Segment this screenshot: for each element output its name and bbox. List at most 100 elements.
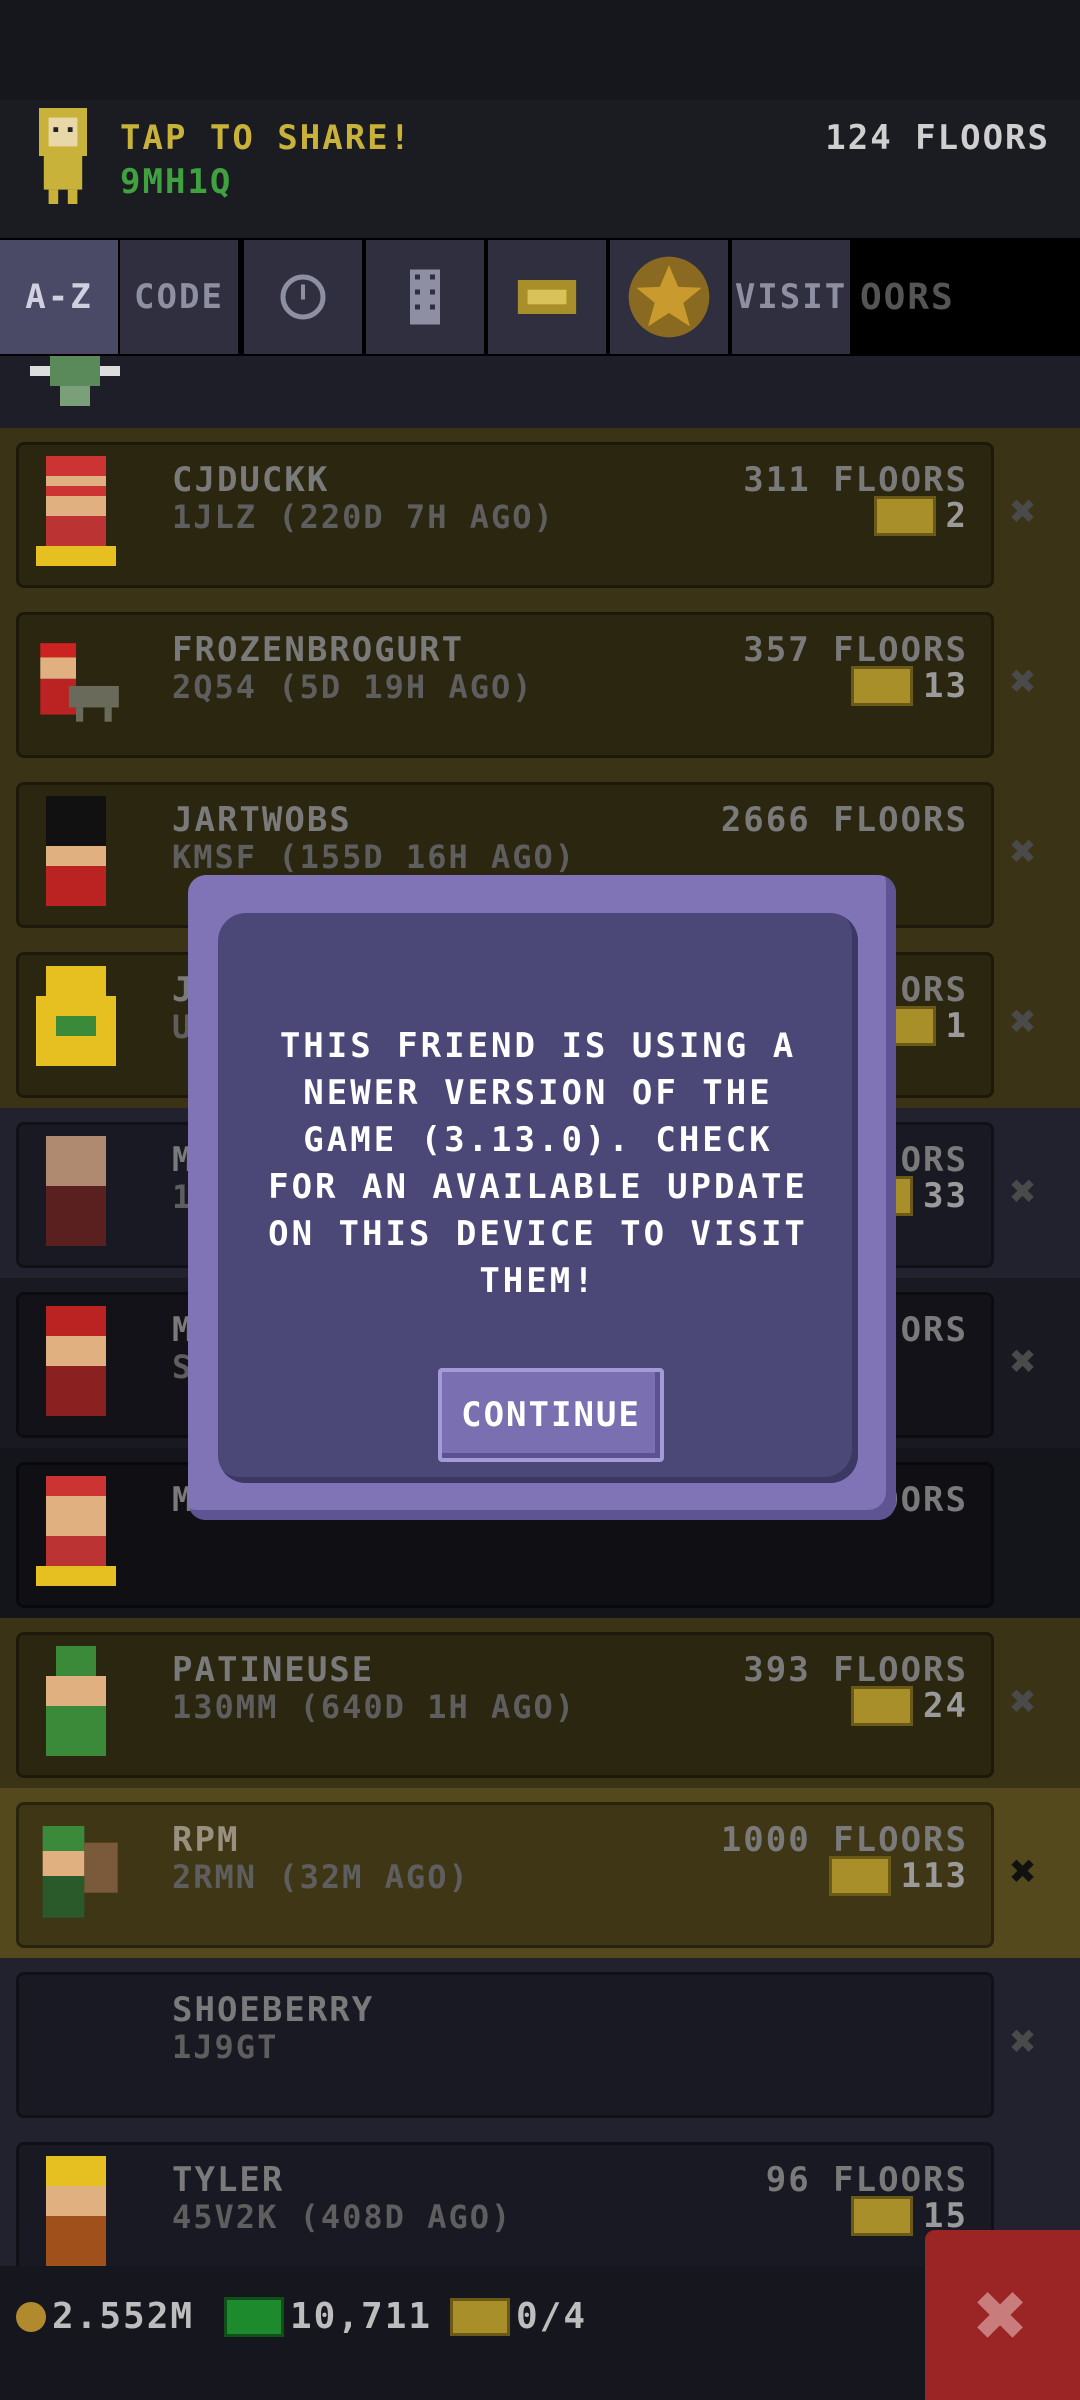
tabs-overflow-text: OORS [860, 276, 955, 318]
friend-avatar-icon [36, 1476, 116, 1586]
friend-code: 1J9GT [172, 2028, 279, 2066]
bux-value: 10,711 [290, 2296, 433, 2337]
coin-icon [16, 2301, 46, 2332]
close-button[interactable]: ✖ [925, 2230, 1080, 2400]
friend-bux: 13 [851, 666, 968, 706]
ticket-icon [517, 280, 577, 314]
partial-sprite-icon [30, 356, 120, 406]
friend-name: RPM [172, 1820, 240, 1860]
update-required-dialog: THIS FRIEND IS USING A NEWER VERSION OF … [188, 875, 896, 1520]
friend-row[interactable]: RPM 2RMN (32M AGO) 1000 FLOORS 113 ✖ [0, 1788, 1080, 1958]
friend-row[interactable]: TYLER 45V2K (408D AGO) 96 FLOORS 15 [0, 2128, 1080, 2266]
friend-avatar-icon [46, 796, 106, 906]
tickets-display: 0/4 [450, 2296, 587, 2337]
remove-friend-icon[interactable]: ✖ [1010, 1846, 1039, 1897]
friend-card [16, 1972, 994, 2118]
friend-bux-count: 33 [923, 1176, 968, 1216]
status-bar [0, 0, 1080, 100]
tab-tickets[interactable] [488, 240, 606, 354]
my-friend-code: 9MH1Q [120, 162, 233, 202]
ticket-icon [851, 2196, 914, 2236]
friend-floors: ORS [900, 1310, 968, 1350]
dialog-body: THIS FRIEND IS USING A NEWER VERSION OF … [218, 913, 858, 1483]
remove-friend-icon[interactable]: ✖ [1010, 996, 1039, 1047]
friend-avatar-icon [46, 1646, 106, 1756]
friend-row[interactable]: FROZENBROGURT 2Q54 (5D 19H AGO) 357 FLOO… [0, 598, 1080, 768]
tab-star[interactable] [610, 240, 728, 354]
tab-code[interactable]: CODE [120, 240, 238, 354]
friend-bux: 113 [828, 1856, 968, 1896]
friend-name: JARTWOBS [172, 800, 352, 840]
ticket-icon [851, 666, 914, 706]
remove-friend-icon[interactable]: ✖ [1010, 1676, 1039, 1727]
friend-floors: 96 FLOORS [765, 2160, 968, 2200]
friend-bux-count: 113 [900, 1856, 968, 1896]
friend-avatar-icon [46, 1136, 106, 1246]
coins-display: 2.552M [16, 2296, 194, 2337]
friend-row[interactable]: CJDUCKK 1JLZ (220D 7H AGO) 311 FLOORS 2 … [0, 428, 1080, 598]
tab-visit-label: VISIT [734, 277, 848, 317]
ticket-icon [828, 1856, 891, 1896]
friend-bux-count: 1 [945, 1006, 968, 1046]
share-header[interactable]: TAP TO SHARE! 9MH1Q 124 FLOORS [0, 100, 1080, 235]
friend-code: 2RMN (32M AGO) [172, 1858, 470, 1896]
friend-floors: 393 FLOORS [743, 1650, 968, 1690]
friend-name: SHOEBERRY [172, 1990, 375, 2030]
friend-bux: 24 [851, 1686, 968, 1726]
friend-code: 45V2K (408D AGO) [172, 2198, 513, 2236]
tab-code-label: CODE [134, 277, 224, 317]
ticket-icon [450, 2297, 510, 2336]
star-icon [628, 256, 710, 338]
friend-floors: 2666 FLOORS [720, 800, 968, 840]
tap-to-share-label[interactable]: TAP TO SHARE! [120, 118, 412, 158]
friend-avatar-icon [42, 1826, 118, 1918]
friend-row[interactable]: SHOEBERRY 1J9GT ✖ [0, 1958, 1080, 2128]
tab-a-z-label: A-Z [25, 277, 93, 317]
friend-code: 2Q54 (5D 19H AGO) [172, 668, 534, 706]
friend-bux-count: 2 [945, 496, 968, 536]
remove-friend-icon[interactable]: ✖ [1010, 826, 1039, 877]
tickets-value: 0/4 [516, 2296, 588, 2337]
friend-avatar-icon [36, 456, 116, 566]
friend-code: KMSF (155D 16H AGO) [172, 838, 577, 876]
friend-avatar-icon [46, 1306, 106, 1416]
clock-icon [280, 274, 326, 320]
tab-floors[interactable] [366, 240, 484, 354]
remove-friend-icon[interactable]: ✖ [1010, 656, 1039, 707]
friend-bux-count: 13 [923, 666, 968, 706]
friend-name: PATINEUSE [172, 1650, 375, 1690]
ticket-icon [873, 496, 936, 536]
building-icon [410, 269, 440, 325]
friend-avatar-icon [46, 2156, 106, 2266]
friend-name: CJDUCKK [172, 460, 330, 500]
remove-friend-icon[interactable]: ✖ [1010, 1166, 1039, 1217]
friend-code: 1JLZ (220D 7H AGO) [172, 498, 555, 536]
friend-floors: 357 FLOORS [743, 630, 968, 670]
dialog-message: THIS FRIEND IS USING A NEWER VERSION OF … [268, 1026, 808, 1301]
friend-avatar-icon [40, 643, 119, 722]
tower-bux-icon [224, 2296, 284, 2337]
friend-floors: 311 FLOORS [743, 460, 968, 500]
coins-value: 2.552M [52, 2296, 195, 2337]
tab-visit[interactable]: VISIT [732, 240, 850, 354]
remove-friend-icon[interactable]: ✖ [1010, 2016, 1039, 2067]
friend-bux: 2 [873, 496, 968, 536]
friend-row[interactable]: PATINEUSE 130MM (640D 1H AGO) 393 FLOORS… [0, 1618, 1080, 1788]
friend-avatar-icon [36, 966, 116, 1066]
bux-display: 10,711 [224, 2296, 432, 2337]
friend-name: TYLER [172, 2160, 285, 2200]
player-avatar-icon [39, 108, 87, 204]
tab-a-z[interactable]: A-Z [0, 240, 118, 354]
friend-code: 130MM (640D 1H AGO) [172, 1688, 577, 1726]
close-icon: ✖ [974, 2262, 1031, 2368]
friend-bux-count: 24 [923, 1686, 968, 1726]
friend-floors: ORS [900, 1140, 968, 1180]
tab-recent[interactable] [244, 240, 362, 354]
currency-bar: 2.552M 10,711 0/4 [0, 2266, 1080, 2400]
ticket-icon [851, 1686, 914, 1726]
remove-friend-icon[interactable]: ✖ [1010, 1336, 1039, 1387]
friend-floors: 1000 FLOORS [720, 1820, 968, 1860]
my-floor-count: 124 FLOORS [825, 118, 1050, 158]
remove-friend-icon[interactable]: ✖ [1010, 486, 1039, 537]
continue-button[interactable]: CONTINUE [438, 1368, 664, 1462]
